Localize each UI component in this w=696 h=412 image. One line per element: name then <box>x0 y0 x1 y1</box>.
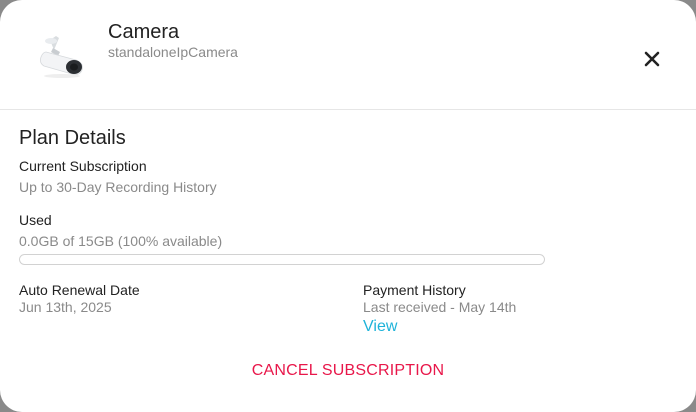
device-title: Camera <box>108 21 180 43</box>
payment-history-label: Payment History <box>363 282 466 298</box>
payment-history-value: Last received - May 14th <box>363 299 517 315</box>
cancel-subscription-button[interactable]: CANCEL SUBSCRIPTION <box>0 362 696 380</box>
camera-icon <box>36 30 92 80</box>
close-icon[interactable] <box>638 45 666 73</box>
storage-progress-bar <box>19 254 545 265</box>
auto-renewal-label: Auto Renewal Date <box>19 282 140 298</box>
device-subtitle: standaloneIpCamera <box>108 44 238 60</box>
subscription-dialog: Camera standaloneIpCamera Plan Details C… <box>0 0 696 412</box>
current-subscription-label: Current Subscription <box>19 158 147 174</box>
used-value: 0.0GB of 15GB (100% available) <box>19 233 223 249</box>
auto-renewal-value: Jun 13th, 2025 <box>19 299 112 315</box>
plan-details-heading: Plan Details <box>19 127 126 149</box>
view-payment-history-link[interactable]: View <box>363 318 397 336</box>
dialog-header: Camera standaloneIpCamera <box>0 0 696 110</box>
current-subscription-value: Up to 30-Day Recording History <box>19 179 217 195</box>
used-label: Used <box>19 212 52 228</box>
